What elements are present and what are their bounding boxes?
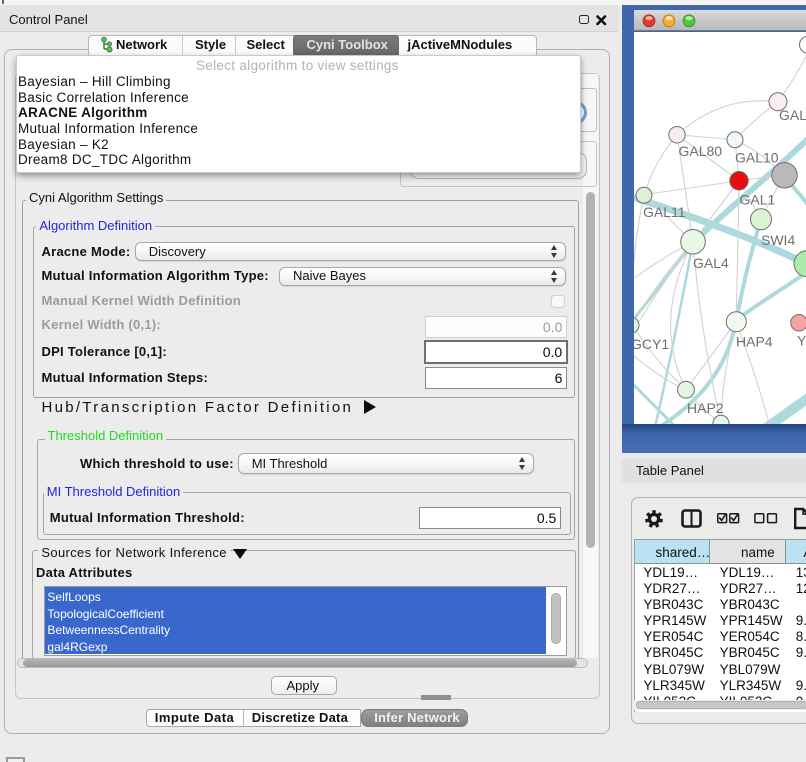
svg-text:GAL7: GAL7: [779, 106, 806, 122]
svg-text:HAP4: HAP4: [736, 333, 773, 349]
svg-text:SWI4: SWI4: [761, 231, 795, 247]
svg-text:GAL1: GAL1: [740, 191, 776, 207]
svg-text:GAL4: GAL4: [693, 254, 729, 270]
svg-text:GCY1: GCY1: [634, 335, 669, 351]
svg-text:GAL10: GAL10: [735, 149, 779, 165]
svg-text:YPL: YPL: [797, 332, 806, 348]
svg-text:GAL11: GAL11: [643, 203, 686, 219]
svg-text:GAL80: GAL80: [679, 142, 723, 158]
svg-text:HAP2: HAP2: [687, 399, 724, 415]
